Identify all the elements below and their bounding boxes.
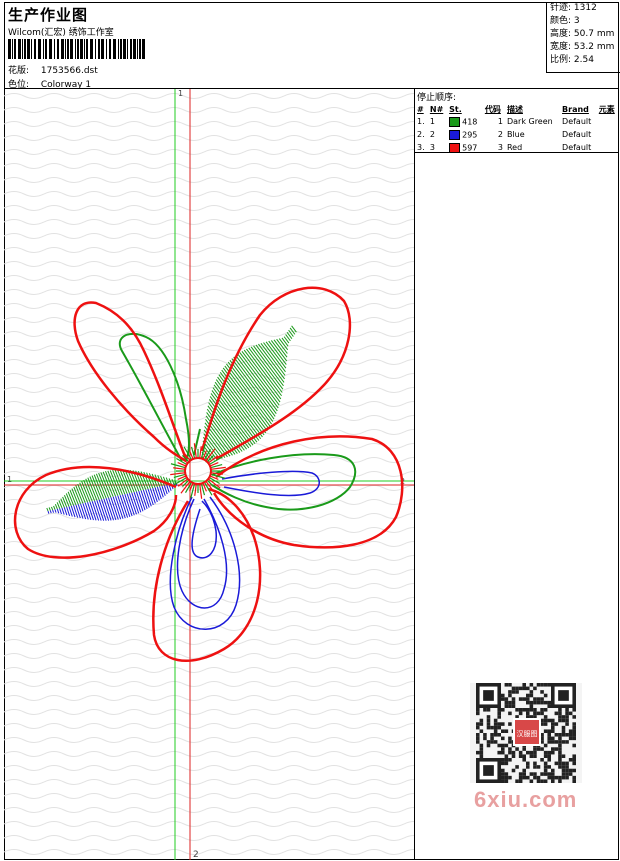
design-value: 1753566.dst — [40, 66, 98, 76]
color-swatch-icon — [449, 129, 461, 140]
col-n: N# — [429, 104, 444, 114]
stop-sequence-title: 停止顺序: — [417, 93, 457, 103]
stat-width: 宽度: 53.2 mm — [550, 42, 615, 52]
table-row[interactable]: 1. 1 418 1 Dark Green Default — [415, 115, 619, 128]
design-label: 花版: — [8, 66, 30, 76]
color-swatch-icon — [449, 142, 461, 153]
studio-subtitle: Wilcom(汇宏) 绣饰工作室 — [8, 28, 114, 38]
col-st: St. — [449, 104, 462, 114]
col-element: 元素 — [598, 104, 615, 114]
color-swatch-icon — [449, 116, 461, 127]
stat-height: 高度: 50.7 mm — [550, 29, 615, 39]
col-brand: Brand — [562, 104, 589, 114]
stat-scale: 比例: 2.54 — [550, 55, 594, 65]
embroidery-design: 1 2 1 2 — [4, 89, 414, 860]
barcode-icon — [8, 39, 145, 59]
table-row[interactable]: 2. 2 295 2 Blue Default — [415, 128, 619, 141]
header: 生产作业图 Wilcom(汇宏) 绣饰工作室 花版: 1753566.dst 色… — [4, 2, 546, 90]
stat-stitches: 针迹: 1312 — [550, 3, 597, 13]
col-num: # — [417, 104, 424, 114]
panel-divider — [415, 152, 619, 153]
col-desc: 描述 — [506, 104, 523, 114]
stats-box: 针迹: 1312 颜色: 3 高度: 50.7 mm 宽度: 53.2 mm 比… — [546, 2, 620, 73]
page-title: 生产作业图 — [8, 6, 89, 24]
stat-colors: 颜色: 3 — [550, 16, 580, 26]
qr-center-label: 汉服图 — [517, 730, 538, 738]
qr-code-icon: 汉服图 — [470, 683, 582, 783]
guide-h1-label: 1 — [7, 475, 12, 484]
watermark-logo: 6xiu.com — [474, 787, 578, 812]
design-line: 花版: 1753566.dst — [8, 63, 98, 76]
stop-sequence-table: # N# St. 代码 描述 Brand 元素 1. 1 418 1 Dark … — [415, 103, 619, 154]
col-code: 代码 — [484, 104, 501, 114]
guide-v1-label: 1 — [178, 89, 183, 98]
guide-v2-label: 2 — [193, 850, 199, 860]
design-canvas[interactable]: 1 2 1 2 — [4, 89, 415, 860]
